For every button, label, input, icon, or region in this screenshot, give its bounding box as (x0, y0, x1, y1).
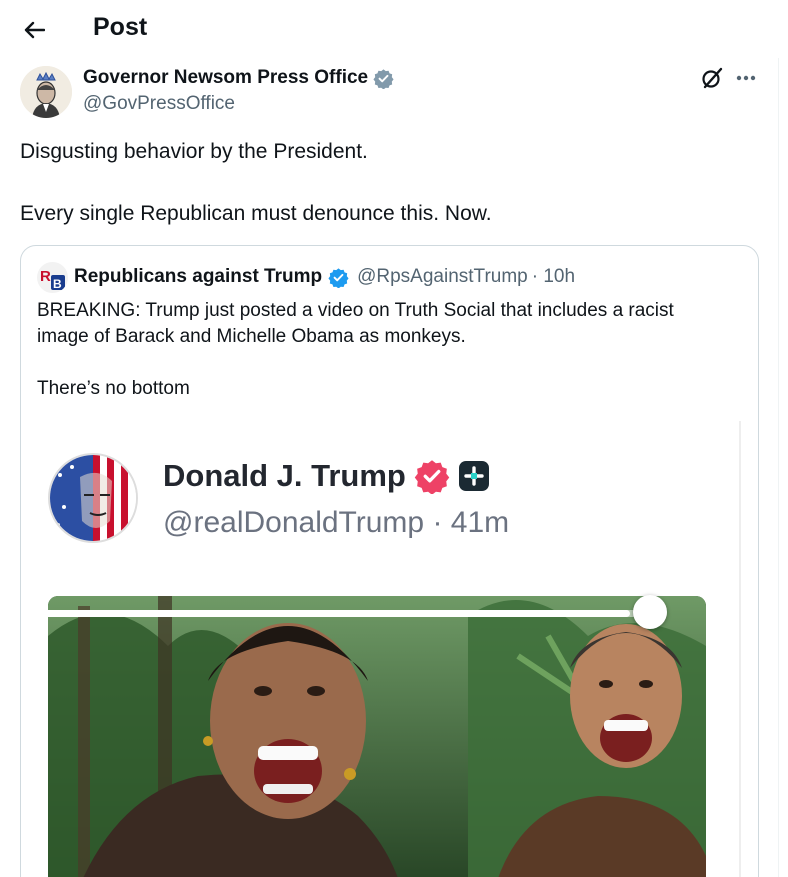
truth-verified-icon (414, 460, 450, 494)
author-name-text: Governor Newsom Press Office (83, 67, 369, 88)
quote-author-handle: @RpsAgainstTrump (357, 266, 528, 287)
header-bar: Post (0, 0, 788, 58)
quote-avatar-letter-b: B (53, 277, 62, 291)
verified-badge-icon (373, 68, 394, 89)
post-text-line: Every single Republican must denounce th… (20, 202, 492, 225)
truth-social-author: Donald J. Trump (163, 458, 490, 494)
verified-badge-icon (328, 267, 349, 288)
timeline-border (778, 58, 779, 877)
video-frame (48, 596, 706, 877)
quoted-post[interactable]: R B Republicans against Trump @RpsAgains… (20, 245, 759, 877)
author-handle[interactable]: @GovPressOffice (83, 93, 235, 115)
quote-author-name: Republicans against Trump (74, 266, 323, 287)
truth-social-handle: @realDonaldTrump · 41m (163, 506, 510, 539)
back-button[interactable] (18, 14, 50, 46)
truth-plus-icon (458, 461, 489, 491)
post-text-line: Disgusting behavior by the President. (20, 140, 368, 163)
quote-text-line: image of Barack and Michelle Obama as mo… (37, 326, 466, 347)
quote-text-line: There’s no bottom (37, 378, 190, 399)
more-icon (736, 75, 756, 81)
quote-avatar-letter-r: R (40, 268, 51, 285)
author-name[interactable]: Governor Newsom Press Office (83, 67, 394, 89)
truth-social-author-name: Donald J. Trump (163, 458, 406, 493)
video-scrubber[interactable] (44, 610, 667, 617)
video-player[interactable] (48, 596, 706, 877)
quote-author-line[interactable]: Republicans against Trump @RpsAgainstTru… (74, 266, 575, 288)
more-button[interactable] (734, 66, 758, 90)
author-avatar[interactable] (20, 66, 72, 118)
video-progress-fill (44, 610, 630, 617)
page-title: Post (93, 13, 148, 41)
quote-timestamp: · 10h (531, 266, 576, 287)
truth-social-avatar (48, 453, 138, 543)
back-arrow-icon (24, 21, 45, 39)
quote-text-line: BREAKING: Trump just posted a video on T… (37, 300, 674, 321)
quote-author-avatar[interactable]: R B (37, 262, 68, 293)
grok-button[interactable] (700, 66, 724, 90)
grok-icon (702, 67, 723, 89)
video-scrubber-thumb[interactable] (632, 595, 667, 629)
